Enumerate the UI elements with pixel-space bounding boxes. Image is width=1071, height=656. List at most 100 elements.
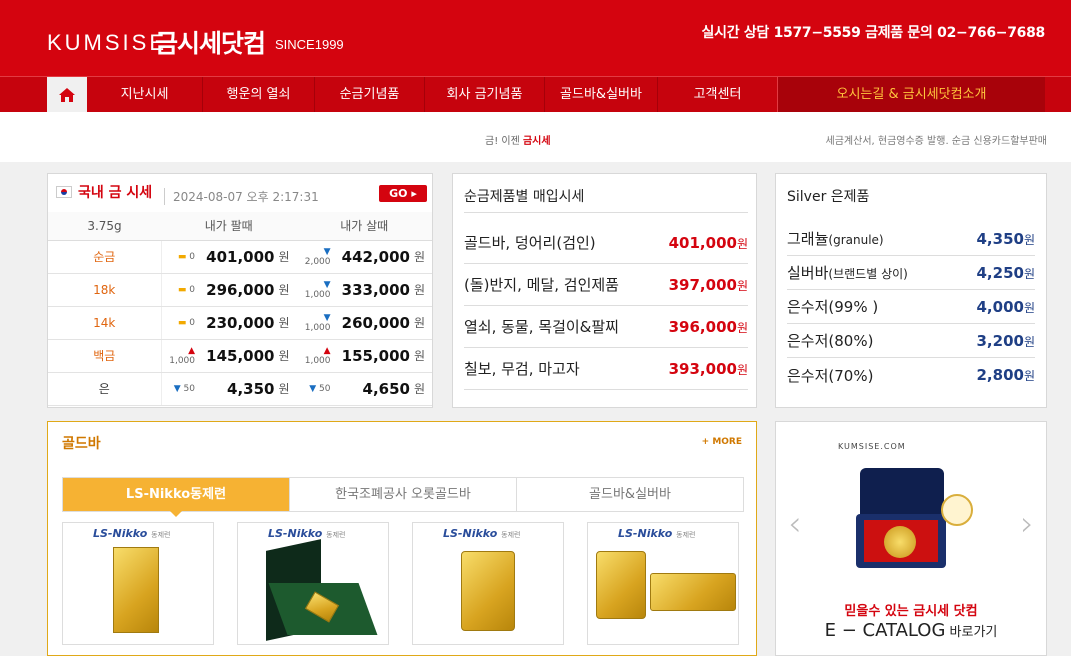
buy-price: 442,000: [336, 240, 414, 274]
unit: 원: [414, 339, 432, 373]
brand-logo: LS-Nikko 동제련: [618, 527, 695, 540]
table-row: 순금 ▬ 0 401,000 원 ▼ 2,000 442,000 원: [48, 240, 432, 274]
item-label-main: 은수저: [787, 366, 829, 385]
buy-change-value: 1,000: [304, 355, 331, 366]
buy-change: ▲ 1,000: [296, 339, 337, 373]
flat-icon: ▬: [177, 251, 187, 262]
nav-promo[interactable]: 오시는길 & 금시세닷컴소개: [777, 77, 1045, 113]
item-price-value: 4,350: [976, 229, 1024, 248]
buy-change: ▼ 2,000: [296, 240, 337, 274]
unit: 원: [736, 362, 748, 377]
gold-price-datetime: 2024-08-07 오후 2:17:31: [164, 188, 319, 205]
col-buy: 내가 살때: [296, 212, 432, 241]
brand-name: LS-Nikko: [443, 527, 498, 540]
goldbar-back-image: [650, 573, 736, 611]
item-label-main: 실버바: [787, 264, 829, 282]
unit: 원: [1023, 232, 1035, 247]
item-price: 4,350원: [977, 230, 1036, 248]
item-label: 열쇠, 동물, 목걸이&팔찌: [464, 318, 619, 336]
brand-sub: 동제련: [151, 531, 171, 539]
unit: 원: [1023, 334, 1035, 349]
sell-change-value: 0: [189, 284, 195, 295]
product-card[interactable]: LS-Nikko 동제련: [237, 522, 389, 645]
chevron-right-icon[interactable]: ›: [1020, 504, 1034, 544]
list-item: 골드바, 덩어리(검인) 401,000원: [464, 222, 748, 264]
brand-name: LS-Nikko: [268, 527, 323, 540]
tab-ls-nikko[interactable]: LS-Nikko동제련: [63, 478, 290, 517]
item-price-value: 2,800: [976, 366, 1024, 384]
home-button[interactable]: [47, 77, 87, 113]
gold-coin-image: [884, 526, 916, 558]
item-label-main: 그래뉼: [787, 230, 829, 248]
nav-item-company-gift[interactable]: 회사 금기념품: [425, 77, 545, 113]
buy-change-value: 1,000: [304, 289, 331, 300]
nav-item-gold-souvenir[interactable]: 순금기념품: [315, 77, 425, 113]
product-card[interactable]: LS-Nikko 동제련: [62, 522, 214, 645]
list-item: 그래뉼(granule) 4,350원: [787, 222, 1035, 256]
catalog-link[interactable]: E − CATALOG 바로가기: [776, 620, 1046, 641]
tab-goldbar-silverbar[interactable]: 골드바&실버바: [517, 478, 743, 511]
item-price-value: 396,000: [668, 317, 737, 336]
product-card[interactable]: LS-Nikko 동제련: [587, 522, 739, 645]
go-button[interactable]: GO ▸: [379, 185, 427, 202]
item-price: 3,200원: [977, 332, 1036, 350]
unit: 원: [414, 240, 432, 274]
buy-price: 155,000: [336, 339, 414, 373]
home-icon: [59, 88, 75, 102]
brand-sub: 동제련: [676, 531, 696, 539]
unit: 원: [278, 240, 297, 274]
logo-kr[interactable]: 금시세닷컴: [155, 24, 266, 60]
item-price-value: 4,250: [976, 263, 1024, 282]
item-label: 골드바, 덩어리(검인): [464, 234, 596, 252]
list-item: 은수저(80%) 3,200원: [787, 324, 1035, 358]
item-label-sub: (99% ): [828, 298, 879, 316]
brand-logo: LS-Nikko 동제련: [93, 527, 170, 540]
unit: 원: [736, 320, 748, 335]
unit: 원: [736, 236, 748, 251]
goldbar-image: [113, 547, 159, 633]
main-nav: 지난시세 행운의 열쇠 순금기념품 회사 금기념품 골드바&실버바 고객센터 오…: [0, 76, 1071, 113]
unit: 원: [414, 306, 432, 340]
goldbar-tabs: LS-Nikko동제련 한국조폐공사 오롯골드바 골드바&실버바: [62, 477, 744, 517]
brand-logo: LS-Nikko 동제련: [443, 527, 520, 540]
goldbar-title: 골드바: [62, 436, 101, 452]
unit: 원: [414, 273, 432, 307]
nav-item-customer-center[interactable]: 고객센터: [658, 77, 777, 113]
sell-change: ▬ 0: [161, 240, 201, 274]
down-arrow-icon: ▼: [173, 383, 181, 394]
buy-price: 333,000: [336, 273, 414, 307]
buy-price-panel: 순금제품별 매입시세 골드바, 덩어리(검인) 401,000원 (돌)반지, 메…: [452, 173, 757, 408]
nav-item-history[interactable]: 지난시세: [87, 77, 203, 113]
buy-change-value: 2,000: [304, 256, 331, 267]
item-label-sub: (브랜드별 상이): [828, 267, 908, 281]
more-link[interactable]: + MORE: [702, 437, 742, 447]
sell-price: 401,000: [201, 240, 279, 274]
product-card[interactable]: LS-Nikko 동제련: [412, 522, 564, 645]
item-price: 4,000원: [977, 298, 1036, 316]
item-label: (돌)반지, 메달, 검인제품: [464, 276, 619, 294]
service-notice: 세금계산서, 현금영수증 발행. 순금 신용카드할부판매: [825, 136, 1047, 147]
logo-en[interactable]: KUMSISE: [47, 30, 167, 56]
item-price: 4,250원: [977, 264, 1036, 282]
buy-change: ▼ 50: [296, 372, 337, 406]
unit: 원: [278, 339, 297, 373]
catalog-link-main: E − CATALOG: [824, 620, 946, 641]
gold-price-table: 3.75g 내가 팔때 내가 살때 순금 ▬ 0 401,000 원 ▼ 2,0…: [48, 212, 432, 406]
gold-price-title: 국내 금 시세: [56, 182, 152, 202]
nav-item-lucky-key[interactable]: 행운의 열쇠: [203, 77, 315, 113]
buy-price-title: 순금제품별 매입시세: [464, 189, 585, 205]
item-label: 은수저(99% ): [787, 296, 878, 317]
korea-flag-icon: [56, 186, 72, 198]
item-price: 396,000원: [669, 318, 748, 336]
tab-komsco[interactable]: 한국조폐공사 오롯골드바: [290, 478, 517, 511]
list-item: 실버바(브랜드별 상이) 4,250원: [787, 256, 1035, 290]
chevron-left-icon[interactable]: ‹: [788, 504, 802, 544]
brand-sub: 동제련: [326, 531, 346, 539]
unit: 원: [1023, 369, 1035, 383]
row-name: 순금: [48, 240, 162, 274]
catalog-banner[interactable]: KUMSISE.COM ‹ › 믿을수 있는 금시세 닷컴 E − CATALO…: [775, 421, 1047, 656]
unit: 원: [1023, 300, 1035, 315]
nav-item-goldbar[interactable]: 골드바&실버바: [545, 77, 658, 113]
item-price-value: 4,000: [976, 297, 1024, 316]
down-arrow-icon: ▼: [309, 383, 317, 394]
